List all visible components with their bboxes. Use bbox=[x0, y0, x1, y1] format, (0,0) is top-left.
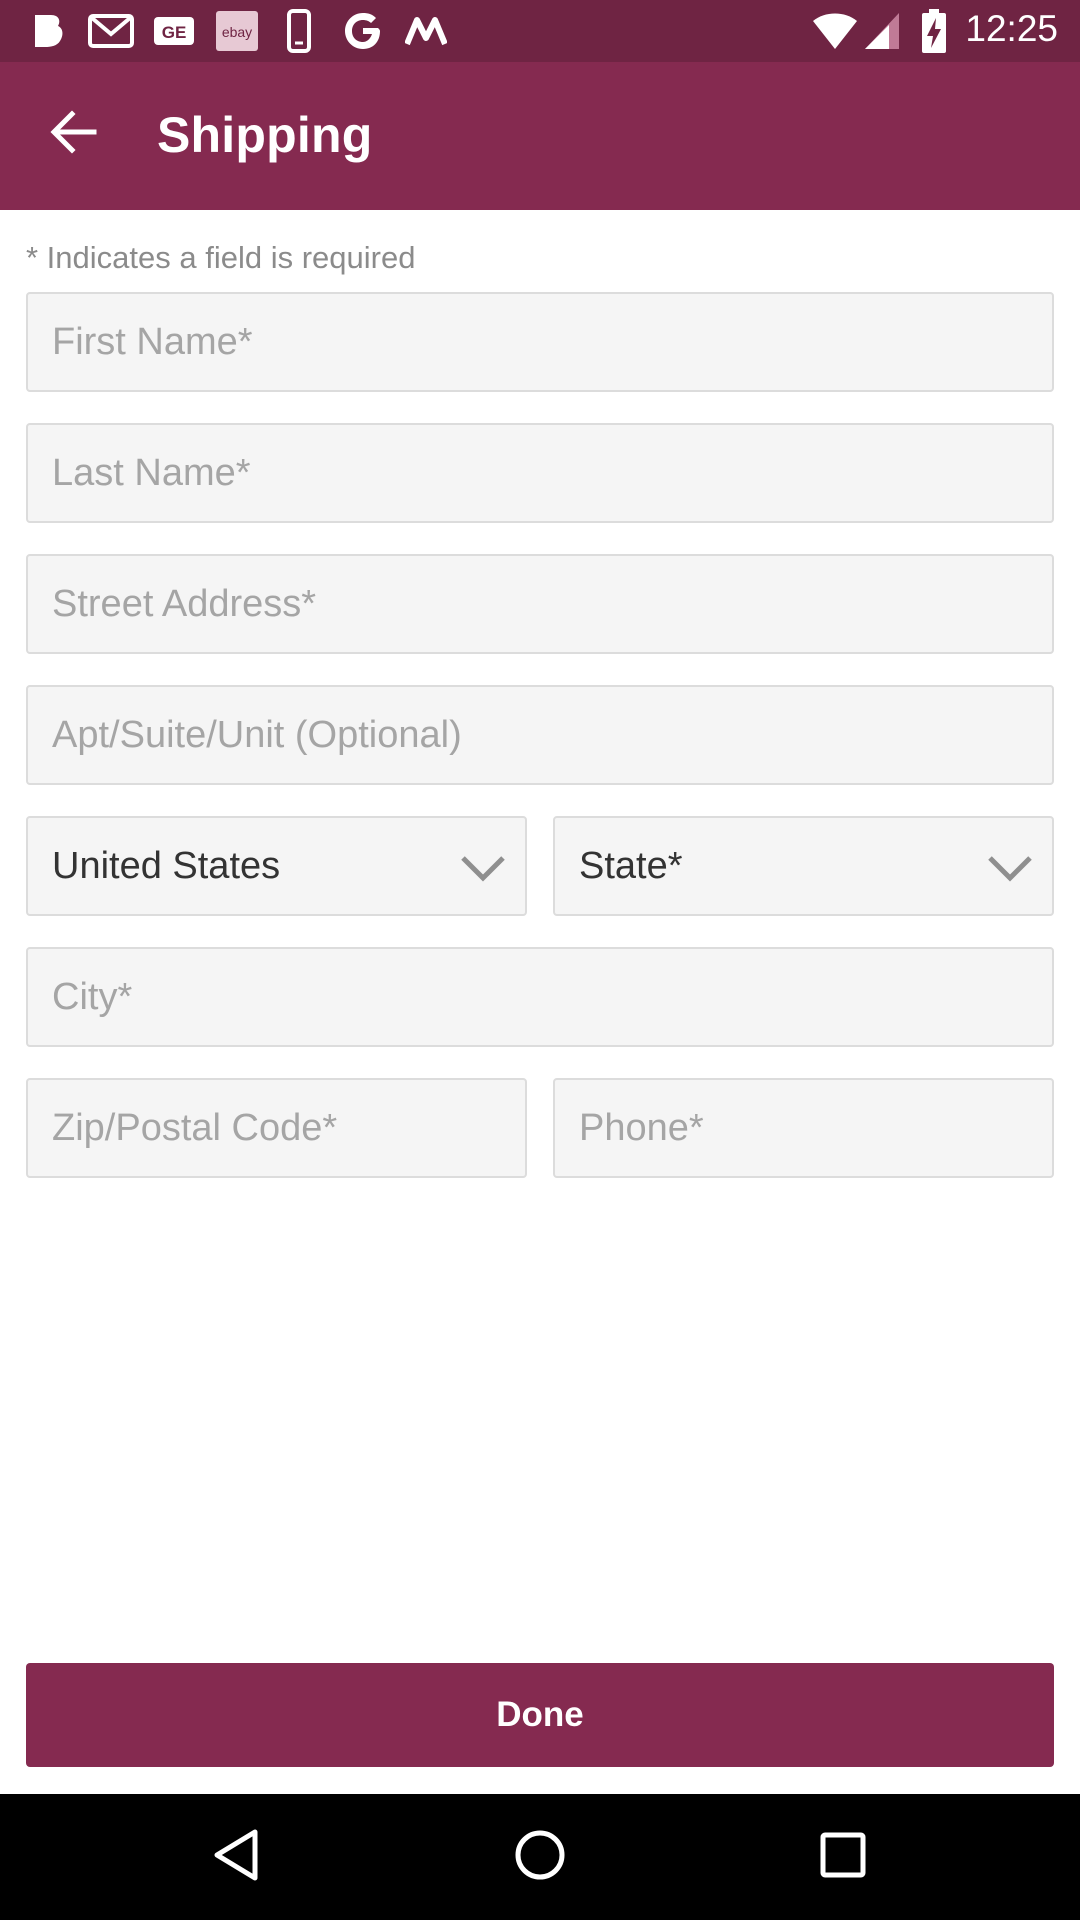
first-name-input[interactable] bbox=[28, 294, 1052, 390]
ge-icon: GE bbox=[152, 10, 196, 52]
last-name-field bbox=[26, 423, 1054, 523]
wifi-icon bbox=[810, 10, 860, 52]
street-address-input[interactable] bbox=[28, 556, 1052, 652]
nav-recents-button[interactable] bbox=[810, 1824, 876, 1890]
phone-icon bbox=[284, 9, 314, 53]
clock-time: 12:25 bbox=[965, 8, 1058, 49]
page-title: Shipping bbox=[157, 107, 373, 163]
signal-icon bbox=[862, 10, 902, 52]
back-button[interactable] bbox=[38, 98, 110, 170]
state-select[interactable]: State* bbox=[553, 816, 1054, 916]
ebay-icon: ebay bbox=[214, 10, 260, 52]
svg-text:GE: GE bbox=[162, 23, 187, 42]
svg-text:ebay: ebay bbox=[222, 24, 252, 40]
recents-square-icon bbox=[819, 1831, 867, 1884]
city-input[interactable] bbox=[28, 949, 1052, 1045]
last-name-input[interactable] bbox=[28, 425, 1052, 521]
apt-suite-field bbox=[26, 685, 1054, 785]
status-bar: GE ebay 12:25 bbox=[0, 0, 1080, 62]
required-field-note: * Indicates a field is required bbox=[26, 240, 416, 275]
back-triangle-icon bbox=[211, 1828, 261, 1887]
app-bar: Shipping bbox=[0, 62, 1080, 210]
arrow-left-icon bbox=[50, 109, 98, 159]
nav-back-button[interactable] bbox=[203, 1824, 269, 1890]
country-select-value: United States bbox=[52, 844, 281, 887]
b-app-icon bbox=[28, 10, 68, 52]
done-button[interactable]: Done bbox=[26, 1663, 1054, 1767]
nav-home-button[interactable] bbox=[507, 1824, 573, 1890]
m-app-icon bbox=[404, 10, 448, 52]
city-field bbox=[26, 947, 1054, 1047]
chevron-down-icon bbox=[986, 848, 1034, 888]
state-select-value: State* bbox=[579, 844, 683, 887]
phone-input[interactable] bbox=[555, 1080, 1052, 1176]
apt-suite-input[interactable] bbox=[28, 687, 1052, 783]
google-icon bbox=[340, 10, 386, 52]
zip-code-field bbox=[26, 1078, 527, 1178]
home-circle-icon bbox=[513, 1828, 567, 1887]
system-nav-bar bbox=[0, 1794, 1080, 1920]
chevron-down-icon bbox=[459, 848, 507, 888]
country-select[interactable]: United States bbox=[26, 816, 527, 916]
first-name-field bbox=[26, 292, 1054, 392]
zip-code-input[interactable] bbox=[28, 1080, 525, 1176]
gmail-icon bbox=[86, 10, 136, 52]
street-address-field bbox=[26, 554, 1054, 654]
battery-charging-icon bbox=[920, 9, 948, 53]
phone-field bbox=[553, 1078, 1054, 1178]
